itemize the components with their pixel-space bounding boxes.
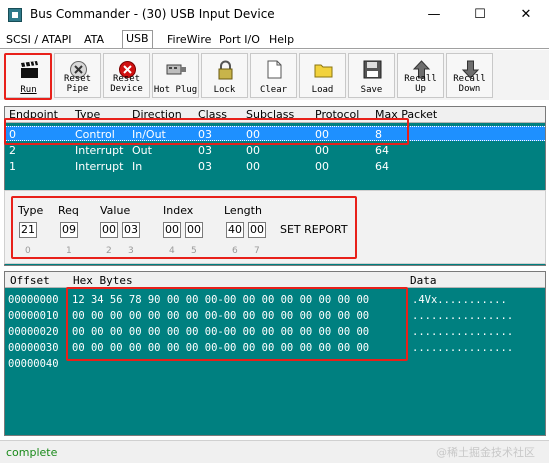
- recall-down-button[interactable]: Recall Down: [446, 53, 493, 98]
- tab-usb[interactable]: USB: [122, 30, 153, 49]
- annotation-box-hex: [66, 287, 408, 361]
- tab-divider: [0, 48, 549, 49]
- maximize-button[interactable]: ☐: [457, 2, 503, 28]
- load-button[interactable]: Load: [299, 53, 346, 98]
- annotation-box-setup: [11, 196, 357, 259]
- reset-pipe-label: Reset Pipe: [63, 74, 92, 94]
- annotation-box-endpoint: [4, 118, 409, 145]
- folder-icon: [314, 64, 333, 78]
- tab-scsi-atapi[interactable]: SCSI / ATAPI: [3, 32, 75, 49]
- floppy-disk-icon: [363, 60, 382, 79]
- tab-ata[interactable]: ATA: [81, 32, 107, 49]
- reset-device-button[interactable]: Reset Device: [103, 53, 150, 98]
- minimize-button[interactable]: —: [411, 2, 457, 28]
- window-title: Bus Commander - (30) USB Input Device: [30, 7, 275, 21]
- status-bar: complete @稀土掘金技术社区: [0, 440, 549, 463]
- recall-up-button[interactable]: Recall Up: [397, 53, 444, 98]
- tab-port-io[interactable]: Port I/O: [216, 32, 263, 49]
- reset-device-label: Reset Device: [110, 74, 143, 94]
- recall-down-label: Recall Down: [453, 74, 486, 94]
- toolbar: Run Reset Pipe Reset Device Hot Plug Loc…: [0, 50, 549, 100]
- blank-page-icon: [267, 60, 282, 79]
- padlock-icon: [218, 60, 233, 80]
- status-text: complete: [6, 446, 58, 459]
- app-icon: [8, 8, 22, 22]
- annotation-box-run: [4, 53, 52, 100]
- recall-up-label: Recall Up: [404, 74, 437, 94]
- reset-pipe-button[interactable]: Reset Pipe: [54, 53, 101, 98]
- lock-button[interactable]: Lock: [201, 53, 248, 98]
- hex-bytes-header: Hex Bytes: [73, 274, 133, 287]
- data-header: Data: [410, 274, 437, 287]
- lock-label: Lock: [213, 85, 236, 95]
- tab-strip: SCSI / ATAPI ATA USB FireWire Port I/O H…: [0, 30, 549, 49]
- clear-label: Clear: [259, 85, 288, 95]
- offset-header: Offset: [10, 274, 50, 287]
- hot-plug-label: Hot Plug: [153, 85, 198, 95]
- close-button[interactable]: ✕: [503, 2, 549, 28]
- endpoint-row[interactable]: 2 Interrupt Out 03 00 00 64: [5, 143, 545, 158]
- save-label: Save: [360, 85, 383, 95]
- hot-plug-button[interactable]: Hot Plug: [152, 53, 199, 98]
- clear-button[interactable]: Clear: [250, 53, 297, 98]
- endpoint-row[interactable]: 1 Interrupt In 03 00 00 64: [5, 159, 545, 174]
- tab-help[interactable]: Help: [266, 32, 297, 49]
- hex-header: Offset Hex Bytes Data: [5, 272, 545, 288]
- title-bar: Bus Commander - (30) USB Input Device — …: [0, 0, 549, 30]
- watermark: @稀土掘金技术社区: [436, 446, 535, 459]
- usb-plug-icon: [166, 64, 186, 75]
- tab-firewire[interactable]: FireWire: [164, 32, 214, 49]
- load-label: Load: [311, 85, 334, 95]
- save-button[interactable]: Save: [348, 53, 395, 98]
